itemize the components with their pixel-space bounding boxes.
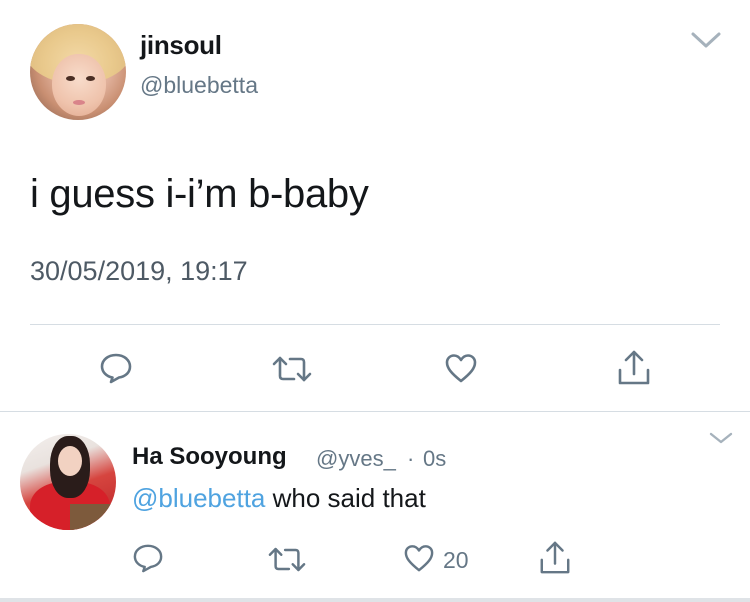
avatar[interactable] — [30, 24, 126, 120]
divider — [0, 411, 750, 412]
separator-dot: · — [407, 446, 415, 471]
display-name[interactable]: jinsoul — [140, 30, 222, 61]
reply-icon[interactable] — [99, 352, 133, 384]
avatar-eye — [86, 76, 95, 81]
heart-icon[interactable] — [444, 352, 478, 384]
retweet-icon[interactable] — [272, 355, 312, 383]
divider — [30, 324, 720, 325]
like-count: 20 — [443, 547, 469, 573]
user-handle[interactable]: @bluebetta — [140, 72, 258, 99]
share-icon[interactable] — [538, 541, 572, 575]
reply-body: who said that — [265, 483, 426, 513]
mention-link[interactable]: @bluebetta — [132, 483, 265, 513]
reply-display-name[interactable]: Ha Sooyoung — [132, 443, 287, 471]
retweet-icon[interactable] — [268, 546, 306, 573]
heart-icon[interactable] — [403, 543, 435, 573]
reply-time[interactable]: 0s — [423, 446, 446, 472]
reply-user-handle[interactable]: @yves_ — [316, 446, 396, 472]
reply-text: @bluebetta who said that — [132, 483, 426, 514]
avatar-eye — [66, 76, 75, 81]
chevron-down-icon[interactable] — [708, 430, 734, 446]
avatar[interactable] — [20, 434, 116, 530]
tweet-text: i guess i-i’m b-baby — [30, 172, 369, 216]
chevron-down-icon[interactable] — [690, 30, 722, 50]
tweet-timestamp[interactable]: 30/05/2019, 19:17 — [30, 256, 248, 287]
share-icon[interactable] — [616, 350, 652, 386]
divider — [0, 598, 750, 602]
reply-icon[interactable] — [132, 543, 164, 573]
